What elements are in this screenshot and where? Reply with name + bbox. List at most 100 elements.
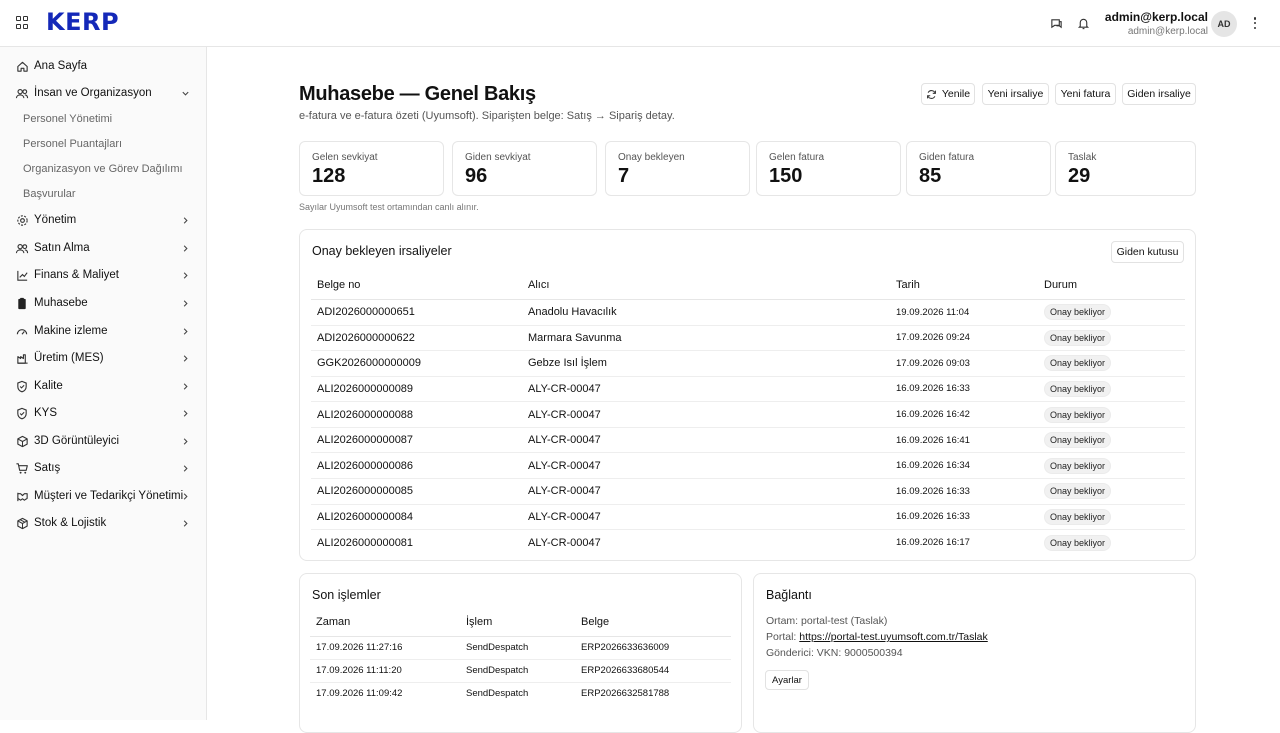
environment-line: Ortam: portal-test (Taslak) (766, 615, 887, 627)
portal-link[interactable]: https://portal-test.uyumsoft.com.tr/Tasl… (799, 631, 987, 643)
sender-value: VKN: 9000500394 (816, 647, 903, 659)
operation: SendDespatch (466, 688, 529, 700)
new-despatch-button[interactable]: Yeni irsaliye (982, 83, 1049, 105)
user-subtitle: admin@kerp.local (1127, 26, 1208, 37)
table-row[interactable]: ALI2026000000084 ALY-CR-00047 16.09.2026 1… (311, 504, 1185, 531)
doc-number[interactable]: ALI2026000000088 (311, 401, 522, 428)
handshake-icon (15, 489, 29, 503)
table-row[interactable]: 17.09.2026 11:09:42 SendDespatch ERP202663… (310, 682, 731, 705)
date: 16.09.2026 16:17 (896, 537, 970, 549)
stat-value: 7 (618, 165, 630, 187)
settings-button[interactable]: Ayarlar (765, 670, 809, 690)
recipient: ALY-CR-00047 (522, 401, 890, 428)
chevron-right-icon (180, 408, 190, 418)
sidebar-item-kalite[interactable]: Kalite (0, 374, 206, 398)
status-badge: Onay bekliyor (1044, 406, 1112, 423)
sidebar-item-kys[interactable]: KYS (0, 401, 206, 425)
doc-number[interactable]: ALI2026000000086 (311, 452, 522, 480)
table-row[interactable]: ADI2026000000651 Anadolu Havacılık 19.09.2… (311, 299, 1185, 326)
doc-number[interactable]: ALI2026000000089 (311, 376, 522, 403)
doc-number[interactable]: GGK2026000000009 (311, 350, 522, 377)
table-row[interactable]: GGK2026000000009 Gebze Isıl İşlem 17.09.20… (311, 350, 1185, 377)
refresh-label: Yenile (941, 88, 971, 100)
chevron-right-icon (180, 243, 190, 253)
sidebar-item-label: Müşteri ve Tedarikçi Yönetimi (34, 490, 184, 502)
box-icon (15, 516, 29, 530)
sidebar-item-makine-izleme[interactable]: Makine izleme (0, 319, 206, 343)
doc-number[interactable]: ERP2026633636009 (575, 636, 731, 660)
doc-number[interactable]: ALI2026000000084 (311, 504, 522, 531)
doc-number[interactable]: ADI2026000000622 (311, 325, 522, 352)
column-header[interactable]: İşlem (460, 608, 575, 637)
gear-icon (15, 213, 29, 227)
status-cell: Onay bekliyor (1038, 376, 1185, 403)
stat-label: Gelen sevkiyat (312, 152, 378, 163)
outgoing-despatch-button[interactable]: Giden irsaliye (1122, 83, 1196, 105)
bell-icon[interactable] (1076, 16, 1090, 30)
operation: SendDespatch (460, 636, 575, 660)
doc-number[interactable]: ALI2026000000085 (311, 478, 522, 505)
gauge-icon (15, 324, 29, 338)
column-header[interactable]: Belge (575, 608, 731, 637)
stat-label: Giden fatura (919, 152, 975, 163)
user-info[interactable]: admin@kerp.local admin@kerp.local (1105, 10, 1208, 37)
stat-card-onay-bekleyen: Onay bekleyen 7 (605, 141, 750, 196)
sidebar-subitem-organizasyon[interactable]: Organizasyon ve Görev Dağılımı (23, 163, 183, 175)
status-cell: Onay bekliyor (1038, 452, 1185, 480)
logo[interactable]: KERP (46, 8, 119, 36)
sidebar-item-stok-lojistik[interactable]: Stok & Lojistik (0, 511, 206, 535)
chevron-right-icon (180, 353, 190, 363)
sidebar-item-3d-goruntuleyici[interactable]: 3D Görüntüleyici (0, 429, 206, 453)
table-row[interactable]: ALI2026000000088 ALY-CR-00047 16.09.2026 1… (311, 401, 1185, 428)
doc-number[interactable]: ERP2026632581788 (575, 682, 731, 705)
apps-grid-icon[interactable] (16, 16, 30, 30)
column-header[interactable]: Durum (1038, 271, 1185, 300)
table-row[interactable]: 17.09.2026 11:11:20 SendDespatch ERP202663… (310, 659, 731, 683)
sidebar-item-finans-maliyet[interactable]: Finans & Maliyet (0, 263, 206, 287)
table-row[interactable]: 17.09.2026 11:27:16 SendDespatch ERP202663… (310, 636, 731, 660)
sidebar-item-yonetim[interactable]: Yönetim (0, 208, 206, 232)
table-row[interactable]: ALI2026000000081 ALY-CR-00047 16.09.2026 1… (311, 530, 1185, 556)
outbox-button[interactable]: Giden kutusu (1111, 241, 1184, 263)
sidebar-item-satin-alma[interactable]: Satın Alma (0, 236, 206, 260)
sidebar-item-insan-organizasyon[interactable]: İnsan ve Organizasyon (0, 81, 206, 105)
chevron-right-icon (180, 381, 190, 391)
sidebar-item-uretim-mes[interactable]: Üretim (MES) (0, 346, 206, 370)
chat-icon[interactable] (1049, 16, 1063, 30)
column-header[interactable]: Zaman (310, 608, 460, 637)
sidebar-subitem-personel-yonetimi[interactable]: Personel Yönetimi (23, 113, 112, 125)
column-header[interactable]: Tarih (890, 271, 1038, 300)
status-badge: Onay bekliyor (1044, 457, 1112, 474)
stat-card-gelen-fatura: Gelen fatura 150 (756, 141, 901, 196)
table-row[interactable]: ALI2026000000085 ALY-CR-00047 16.09.2026 1… (311, 478, 1185, 505)
column-header[interactable]: Alıcı (522, 271, 890, 300)
sidebar-subitem-personel-puantajlari[interactable]: Personel Puantajları (23, 138, 122, 150)
sender-line: Gönderici: VKN: 9000500394 (766, 647, 903, 659)
table-row[interactable]: ADI2026000000622 Marmara Savunma 17.09.202… (311, 325, 1185, 352)
date: 16.09.2026 16:34 (890, 452, 1038, 480)
table-row[interactable]: ALI2026000000087 ALY-CR-00047 16.09.2026 1… (311, 427, 1185, 454)
time: 17.09.2026 11:09:42 (316, 688, 403, 700)
new-invoice-button[interactable]: Yeni fatura (1055, 83, 1116, 105)
doc-number[interactable]: ADI2026000000651 (311, 299, 522, 326)
doc-number[interactable]: ERP2026633680544 (575, 659, 731, 683)
stat-card-giden-sevkiyat: Giden sevkiyat 96 (452, 141, 597, 196)
column-header[interactable]: Belge no (311, 271, 522, 300)
sidebar-item-label: 3D Görüntüleyici (34, 435, 120, 447)
status-cell: Onay bekliyor (1038, 299, 1185, 326)
sidebar-item-musteri-tedarikci[interactable]: Müşteri ve Tedarikçi Yönetimi (0, 484, 206, 508)
more-menu-icon[interactable] (1250, 16, 1260, 30)
avatar[interactable]: AD (1211, 11, 1237, 37)
table-row[interactable]: ALI2026000000086 ALY-CR-00047 16.09.2026 1… (311, 452, 1185, 480)
doc-number[interactable]: ALI2026000000087 (311, 427, 522, 454)
table-row[interactable]: ALI2026000000089 ALY-CR-00047 16.09.2026 1… (311, 376, 1185, 403)
refresh-button[interactable]: Yenile (921, 83, 975, 105)
sidebar-item-label: Makine izleme (34, 325, 108, 337)
page-subtitle: e-fatura ve e-fatura özeti (Uyumsoft). S… (299, 110, 675, 122)
sidebar-item-ana-sayfa[interactable]: Ana Sayfa (0, 54, 206, 78)
doc-number[interactable]: ALI2026000000081 (311, 530, 522, 556)
sidebar-subitem-basvurular[interactable]: Başvurular (23, 188, 76, 200)
sidebar-item-muhasebe[interactable]: Muhasebe (0, 291, 206, 315)
recipient: ALY-CR-00047 (522, 478, 890, 505)
sidebar-item-satis[interactable]: Satış (0, 456, 206, 480)
